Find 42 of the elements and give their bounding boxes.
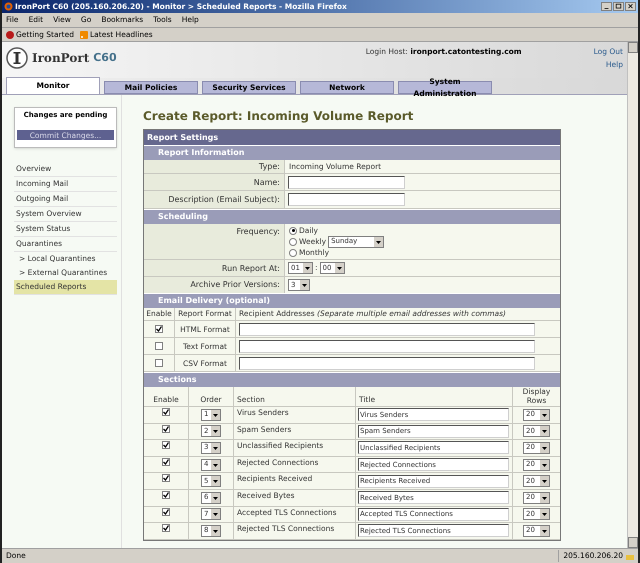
checkbox[interactable] xyxy=(162,490,170,499)
checkbox[interactable] xyxy=(162,474,170,482)
checkbox[interactable] xyxy=(155,325,163,333)
checkbox[interactable] xyxy=(162,441,170,450)
field-label: Run Report At: xyxy=(144,260,285,277)
radio-button[interactable] xyxy=(289,238,297,246)
scrollbar[interactable] xyxy=(627,42,638,548)
section-header: Sections xyxy=(144,372,560,387)
field-label: Description (Email Subject): xyxy=(144,191,285,208)
bookmark-icon xyxy=(6,30,14,38)
checkbox[interactable] xyxy=(162,408,170,416)
recipient-field[interactable] xyxy=(239,322,535,336)
name-field[interactable] xyxy=(288,176,405,188)
checkbox[interactable] xyxy=(162,424,170,433)
radio-button[interactable] xyxy=(289,226,297,234)
field-label: Frequency: xyxy=(144,224,285,260)
checkbox[interactable] xyxy=(155,342,163,350)
brand-name: IronPort xyxy=(32,50,90,67)
maximize-icon[interactable] xyxy=(613,2,624,11)
description-field[interactable] xyxy=(288,193,405,206)
checkbox[interactable] xyxy=(162,458,170,466)
page-title: Create Report: Incoming Volume Report xyxy=(143,108,414,125)
field-label: Archive Prior Versions: xyxy=(144,277,285,293)
panel-header: Report Settings xyxy=(144,130,560,145)
checkbox[interactable] xyxy=(162,508,170,516)
logo-icon xyxy=(6,47,28,69)
radio-button[interactable] xyxy=(289,248,297,256)
model-name: C60 xyxy=(93,50,117,66)
field-label: Name: xyxy=(144,174,285,191)
checkbox[interactable] xyxy=(162,524,170,532)
close-icon[interactable] xyxy=(625,2,636,11)
browser-logo-icon xyxy=(4,2,13,11)
rss-feed-icon xyxy=(80,30,88,38)
section-header: Scheduling xyxy=(144,209,560,224)
section-header: Email Delivery (optional) xyxy=(144,293,560,308)
checkbox[interactable] xyxy=(155,359,163,367)
recipient-field[interactable] xyxy=(239,356,535,370)
field-label: Type: xyxy=(144,160,285,174)
minimize-icon[interactable] xyxy=(601,2,612,11)
lock-icon xyxy=(626,552,634,560)
recipient-field[interactable] xyxy=(239,340,535,352)
section-header: Report Information xyxy=(144,145,560,160)
